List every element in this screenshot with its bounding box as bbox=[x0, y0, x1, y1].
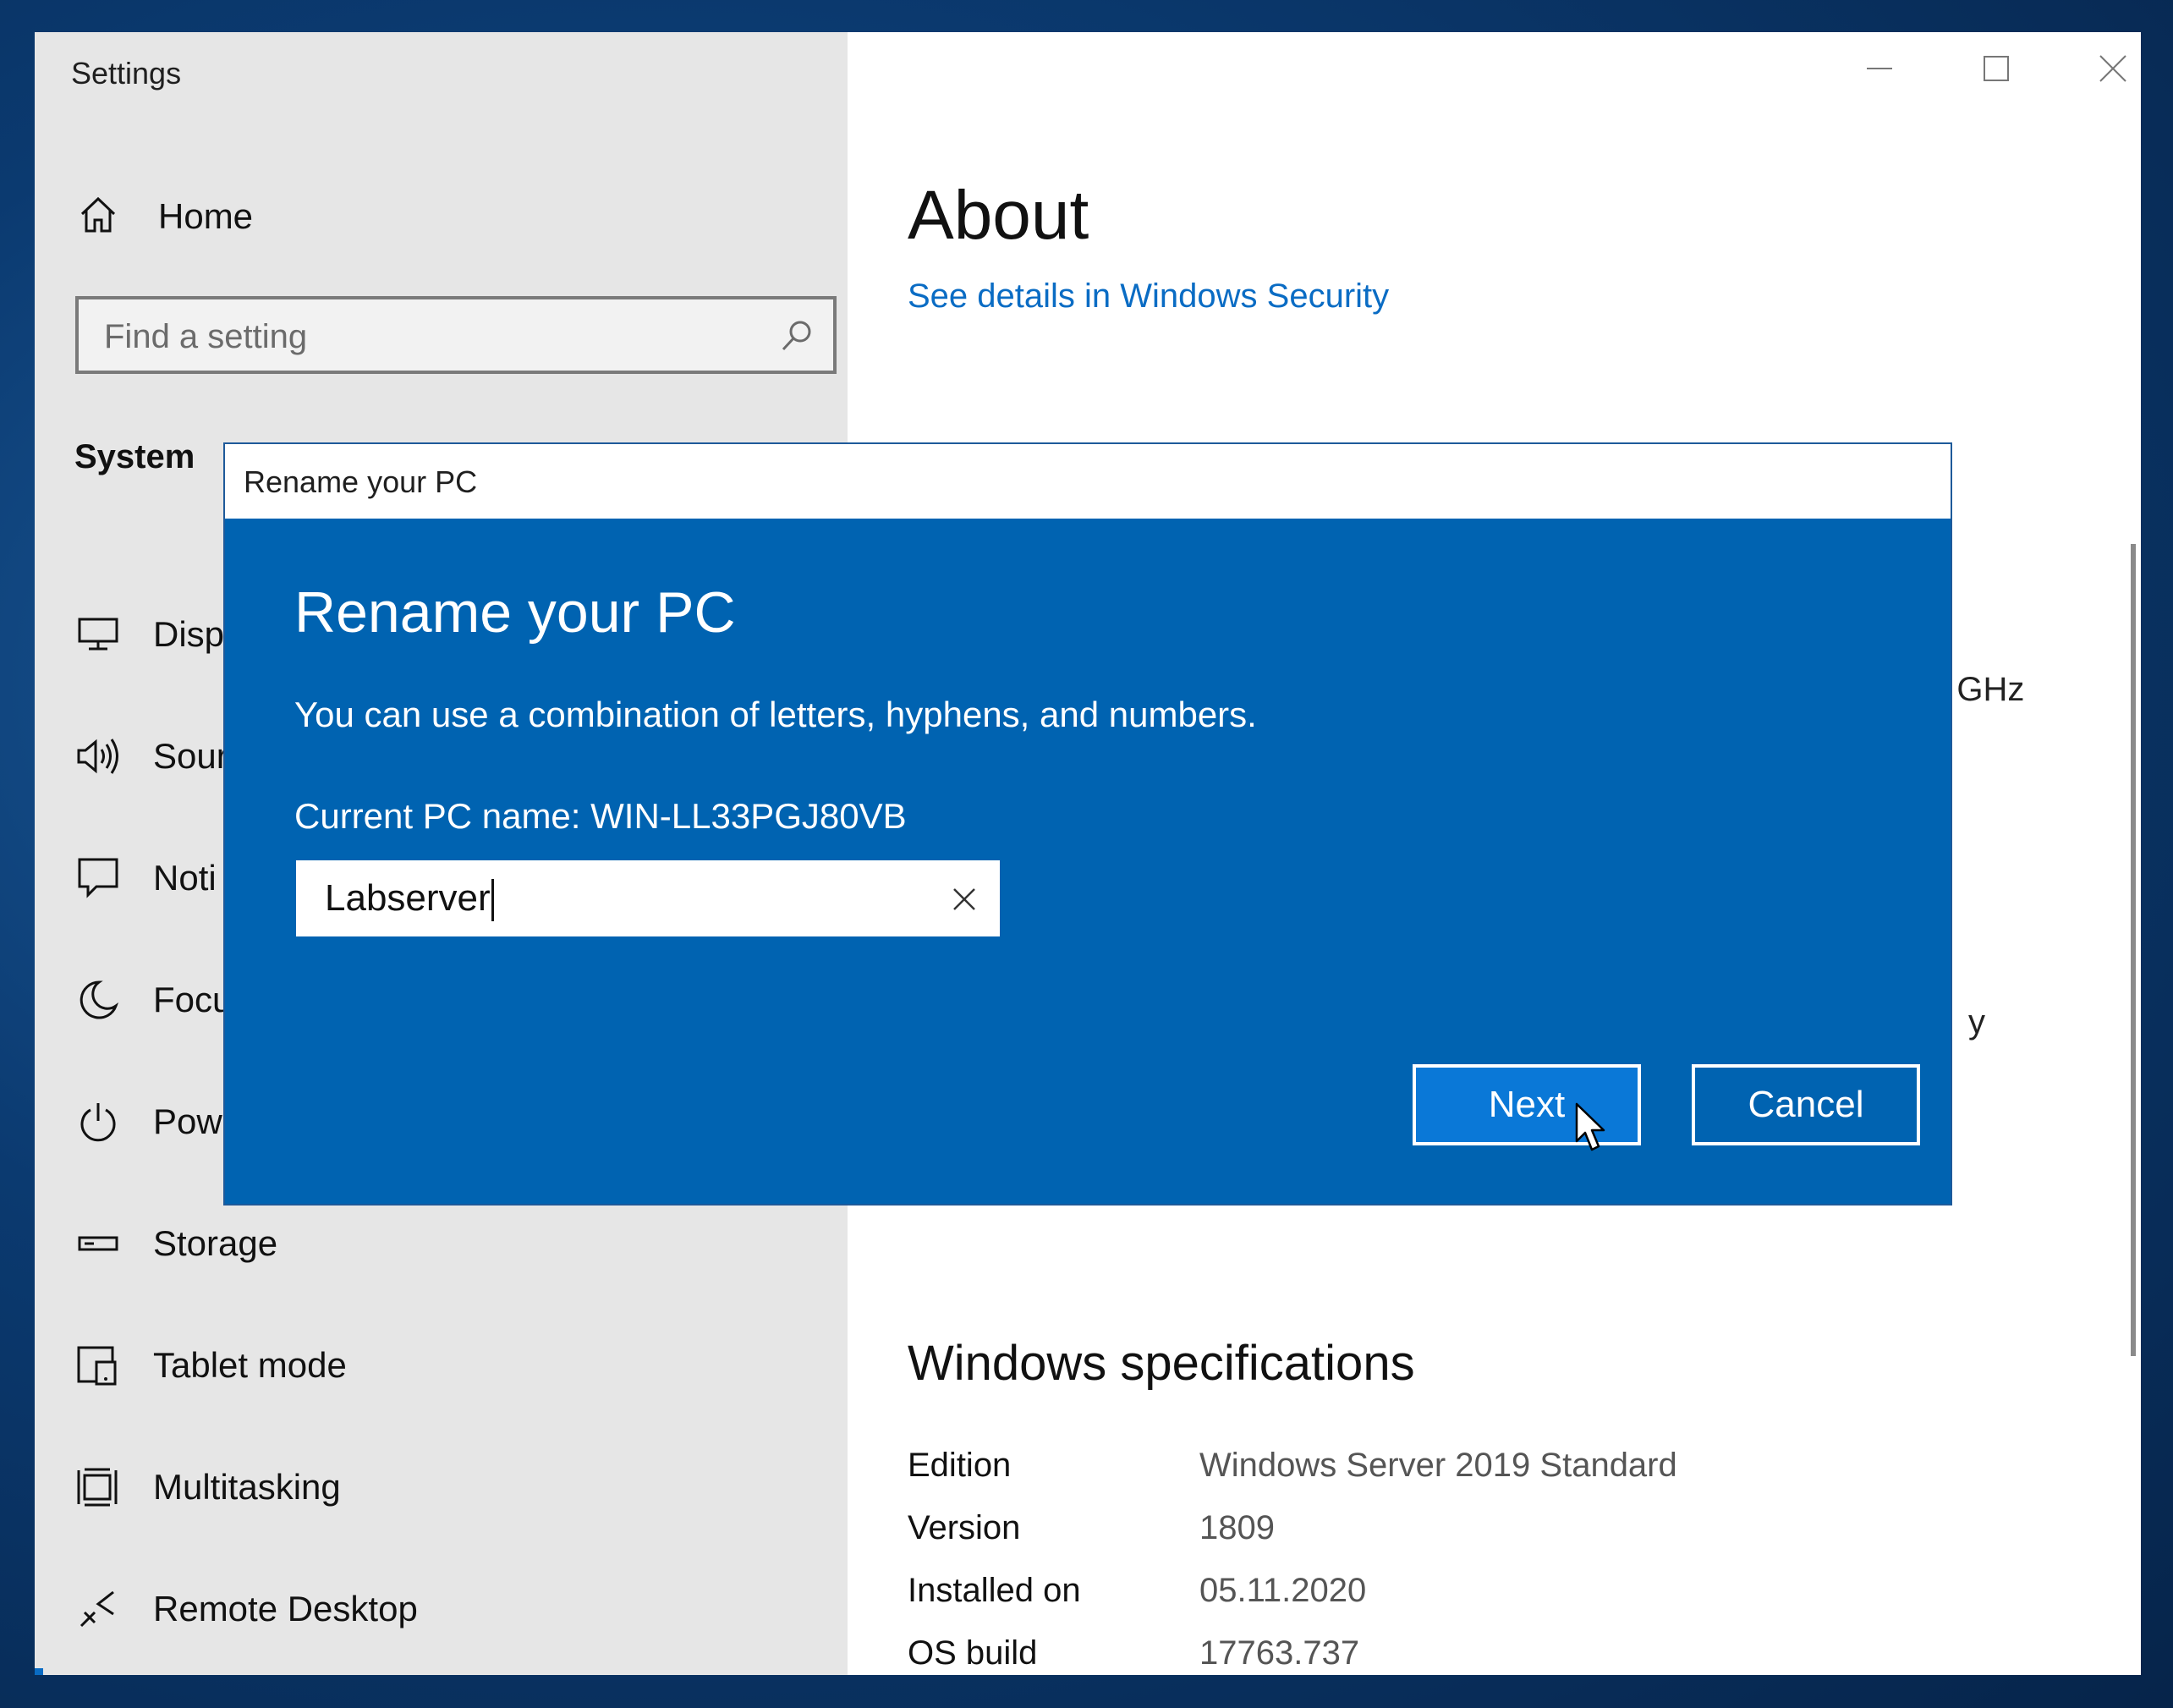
sidebar-item-remote-desktop[interactable]: Remote Desktop bbox=[73, 1579, 418, 1639]
nav-home[interactable]: Home bbox=[77, 191, 253, 242]
moon-icon bbox=[73, 975, 123, 1025]
search-input[interactable]: Find a setting bbox=[75, 296, 837, 374]
sidebar-item-label: Noti bbox=[153, 858, 217, 898]
specifications-heading: Windows specifications bbox=[908, 1336, 1415, 1391]
multitasking-icon bbox=[73, 1462, 123, 1513]
spec-row-version: Version 1809 bbox=[908, 1509, 1275, 1547]
spec-row-os-build: OS build 17763.737 bbox=[908, 1634, 1359, 1672]
spec-key: Edition bbox=[908, 1447, 1012, 1484]
section-title: System bbox=[74, 438, 195, 475]
scrollbar[interactable] bbox=[2131, 544, 2136, 1356]
dialog-body: Rename your PC You can use a combination… bbox=[225, 519, 1951, 1204]
storage-icon bbox=[73, 1218, 123, 1269]
sidebar-item-label: Remote Desktop bbox=[153, 1589, 418, 1628]
sidebar-item-display[interactable]: Disp bbox=[73, 605, 224, 664]
remote-desktop-icon bbox=[73, 1584, 123, 1634]
accent-mark bbox=[35, 1668, 43, 1675]
rename-pc-dialog: Rename your PC Rename your PC You can us… bbox=[223, 442, 1952, 1205]
sidebar-item-focus[interactable]: Focu bbox=[73, 970, 232, 1030]
maximize-button[interactable] bbox=[1962, 49, 2030, 91]
close-button[interactable] bbox=[2079, 49, 2141, 91]
partial-text: y bbox=[1968, 1003, 1985, 1041]
sidebar-item-sound[interactable]: Sour bbox=[73, 727, 228, 786]
spec-value: Windows Server 2019 Standard bbox=[1199, 1447, 1677, 1484]
spec-key: OS build bbox=[908, 1634, 1038, 1672]
sidebar-item-label: Focu bbox=[153, 980, 233, 1019]
home-icon bbox=[77, 194, 119, 240]
maximize-icon bbox=[1982, 54, 2011, 87]
notifications-icon bbox=[73, 853, 123, 903]
spec-value: 1809 bbox=[1199, 1509, 1275, 1546]
sidebar-item-multitasking[interactable]: Multitasking bbox=[73, 1458, 341, 1517]
minimize-icon bbox=[1865, 54, 1894, 87]
dialog-window-title: Rename your PC bbox=[244, 464, 478, 499]
sidebar-item-label: Disp bbox=[153, 614, 225, 654]
search-icon[interactable] bbox=[779, 318, 815, 358]
spec-value: 05.11.2020 bbox=[1199, 1572, 1367, 1609]
mouse-pointer-icon bbox=[1575, 1102, 1609, 1157]
spec-value: 17763.737 bbox=[1199, 1634, 1360, 1672]
pc-name-input[interactable]: Labserver bbox=[296, 860, 1000, 936]
app-title: Settings bbox=[71, 56, 182, 91]
sidebar-item-tablet-mode[interactable]: Tablet mode bbox=[73, 1336, 347, 1395]
sidebar-item-label: Tablet mode bbox=[153, 1345, 347, 1385]
windows-security-link[interactable]: See details in Windows Security bbox=[908, 277, 1389, 316]
nav-home-label: Home bbox=[158, 196, 254, 236]
cancel-button[interactable]: Cancel bbox=[1692, 1064, 1920, 1145]
clear-icon[interactable] bbox=[947, 882, 981, 916]
current-pc-name: Current PC name: WIN-LL33PGJ80VB bbox=[294, 796, 907, 836]
dialog-description: You can use a combination of letters, hy… bbox=[294, 695, 1257, 734]
page-title: About bbox=[908, 177, 1089, 254]
speaker-icon bbox=[73, 731, 123, 782]
spec-key: Installed on bbox=[908, 1572, 1081, 1609]
sidebar-item-power[interactable]: Powe bbox=[73, 1092, 242, 1151]
spec-row-installed-on: Installed on 05.11.2020 bbox=[908, 1572, 1366, 1610]
sidebar-item-label: Sour bbox=[153, 736, 228, 776]
sidebar-item-notifications[interactable]: Noti bbox=[73, 849, 217, 908]
dialog-heading: Rename your PC bbox=[294, 580, 736, 645]
sidebar-item-label: Storage bbox=[153, 1223, 278, 1263]
pc-name-value: Labserver bbox=[325, 877, 494, 922]
tablet-icon bbox=[73, 1340, 123, 1391]
sidebar-item-label: Multitasking bbox=[153, 1467, 341, 1507]
search-placeholder: Find a setting bbox=[104, 318, 308, 355]
text-caret bbox=[491, 879, 494, 922]
spec-key: Version bbox=[908, 1509, 1021, 1546]
display-icon bbox=[73, 609, 123, 660]
pc-name-text: Labserver bbox=[325, 877, 491, 919]
close-icon bbox=[2098, 53, 2128, 88]
sidebar-item-storage[interactable]: Storage bbox=[73, 1214, 277, 1273]
minimize-button[interactable] bbox=[1846, 49, 1913, 91]
spec-row-edition: Edition Windows Server 2019 Standard bbox=[908, 1447, 1677, 1485]
dialog-titlebar[interactable]: Rename your PC bbox=[225, 444, 1951, 519]
power-icon bbox=[73, 1096, 123, 1147]
